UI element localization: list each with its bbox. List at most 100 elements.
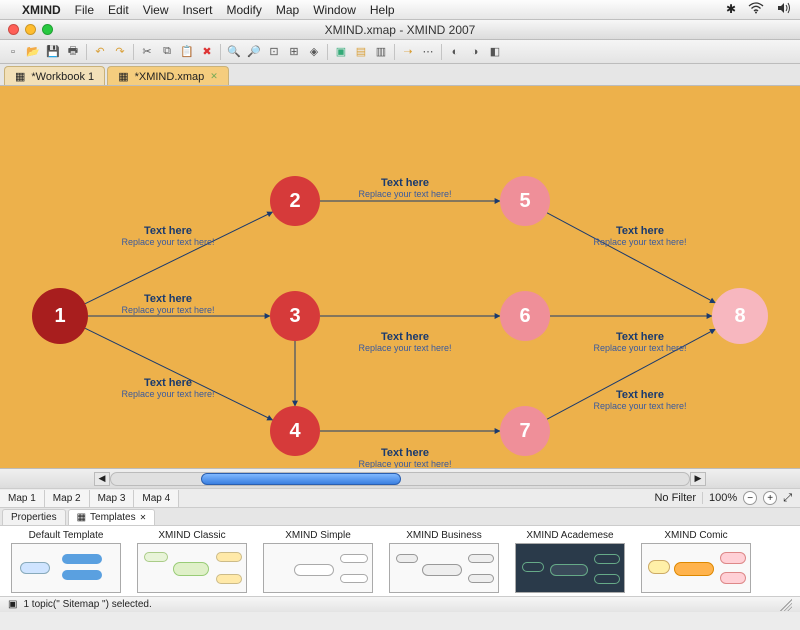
edge-label[interactable]: Text here: [616, 389, 664, 401]
wifi-icon[interactable]: [748, 2, 764, 17]
edge-sublabel: Replace your text here!: [121, 305, 214, 315]
edge-sublabel: Replace your text here!: [593, 237, 686, 247]
menu-insert[interactable]: Insert: [183, 3, 213, 17]
node-1[interactable]: 1: [32, 288, 88, 344]
template-default[interactable]: Default Template: [6, 530, 126, 593]
template-name: XMIND Business: [406, 530, 482, 541]
tool-a-icon[interactable]: ▣: [332, 43, 350, 61]
tool-e-icon[interactable]: ◐: [446, 43, 464, 61]
tab-templates[interactable]: ▦ Templates ✕: [68, 509, 156, 525]
app-menu[interactable]: XMIND: [22, 3, 61, 17]
menu-view[interactable]: View: [143, 3, 169, 17]
print-icon[interactable]: 🖶: [64, 43, 82, 61]
edge-sublabel: Replace your text here!: [358, 459, 451, 468]
tab-label: *XMIND.xmap: [135, 71, 205, 83]
undo-icon[interactable]: ↶: [91, 43, 109, 61]
edge-sublabel: Replace your text here!: [121, 389, 214, 399]
node-label: 1: [54, 305, 65, 327]
zoom-fit-icon[interactable]: ⊡: [265, 43, 283, 61]
template-comic[interactable]: XMIND Comic: [636, 530, 756, 593]
template-thumbnail: [137, 543, 247, 593]
template-simple[interactable]: XMIND Simple: [258, 530, 378, 593]
edge-1-4[interactable]: [85, 328, 272, 420]
template-classic[interactable]: XMIND Classic: [132, 530, 252, 593]
edge-label[interactable]: Text here: [144, 225, 192, 237]
zoom-actual-icon[interactable]: ⊞: [285, 43, 303, 61]
resize-handle-icon[interactable]: [780, 599, 792, 611]
map-tab-3[interactable]: Map 3: [90, 490, 135, 507]
node-7[interactable]: 7: [500, 406, 550, 456]
copy-icon[interactable]: ⧉: [158, 43, 176, 61]
map-tab-1[interactable]: Map 1: [0, 490, 45, 507]
bottom-panel-tabs: Properties ▦ Templates ✕: [0, 508, 800, 526]
node-5[interactable]: 5: [500, 176, 550, 226]
expand-icon[interactable]: ⤢: [783, 492, 792, 505]
edge-label[interactable]: Text here: [616, 331, 664, 343]
template-business[interactable]: XMIND Business: [384, 530, 504, 593]
redo-icon[interactable]: ↷: [111, 43, 129, 61]
delete-icon[interactable]: ✖: [198, 43, 216, 61]
node-label: 5: [519, 190, 530, 212]
close-icon[interactable]: ✕: [210, 71, 218, 82]
zoom-in-icon[interactable]: 🔎: [245, 43, 263, 61]
tool-d-icon[interactable]: ⋯: [419, 43, 437, 61]
tab-properties[interactable]: Properties: [2, 509, 66, 525]
edge-label[interactable]: Text here: [616, 225, 664, 237]
zoom-out-icon[interactable]: 🔍: [225, 43, 243, 61]
menu-map[interactable]: Map: [276, 3, 299, 17]
zoom-out-button[interactable]: −: [743, 491, 757, 505]
open-icon[interactable]: 📂: [24, 43, 42, 61]
node-8[interactable]: 8: [712, 288, 768, 344]
edge-label[interactable]: Text here: [381, 177, 429, 189]
doc-tab-xmind-xmap[interactable]: ▦ *XMIND.xmap ✕: [107, 66, 229, 85]
bluetooth-icon[interactable]: ✱: [726, 2, 736, 17]
menu-file[interactable]: File: [75, 3, 94, 17]
menu-edit[interactable]: Edit: [108, 3, 129, 17]
node-2[interactable]: 2: [270, 176, 320, 226]
mindmap-canvas[interactable]: Text hereReplace your text here!Text her…: [0, 86, 800, 488]
node-6[interactable]: 6: [500, 291, 550, 341]
edge-label[interactable]: Text here: [381, 447, 429, 459]
node-label: 2: [289, 190, 300, 212]
tab-label: Properties: [11, 512, 57, 523]
window-titlebar: XMIND.xmap - XMIND 2007: [0, 20, 800, 40]
paste-icon[interactable]: 📋: [178, 43, 196, 61]
template-thumbnail: [389, 543, 499, 593]
template-academese[interactable]: XMIND Academese: [510, 530, 630, 593]
horizontal-scrollbar[interactable]: ◀ ▶: [0, 468, 800, 488]
template-thumbnail: [641, 543, 751, 593]
map-tab-2[interactable]: Map 2: [45, 490, 90, 507]
scroll-thumb[interactable]: [201, 473, 401, 485]
menu-modify[interactable]: Modify: [227, 3, 262, 17]
tool-g-icon[interactable]: ◧: [486, 43, 504, 61]
edge-label[interactable]: Text here: [144, 377, 192, 389]
edge-label[interactable]: Text here: [144, 293, 192, 305]
map-icon: ▦: [15, 70, 25, 83]
tool-f-icon[interactable]: ◑: [466, 43, 484, 61]
node-4[interactable]: 4: [270, 406, 320, 456]
close-icon[interactable]: ✕: [140, 513, 147, 522]
menu-help[interactable]: Help: [370, 3, 395, 17]
tool-b-icon[interactable]: ▤: [352, 43, 370, 61]
tool-c-icon[interactable]: ▥: [372, 43, 390, 61]
scroll-right-icon[interactable]: ▶: [690, 472, 706, 486]
scroll-track[interactable]: [110, 472, 690, 486]
node-label: 4: [289, 420, 301, 442]
zoom-sel-icon[interactable]: ◈: [305, 43, 323, 61]
doc-tab-workbook1[interactable]: ▦ *Workbook 1: [4, 66, 105, 85]
volume-icon[interactable]: [776, 2, 792, 17]
tool-link-icon[interactable]: ➝: [399, 43, 417, 61]
menu-window[interactable]: Window: [313, 3, 356, 17]
new-icon[interactable]: ▫: [4, 43, 22, 61]
filter-label[interactable]: No Filter: [654, 492, 696, 504]
map-tab-4[interactable]: Map 4: [134, 490, 179, 507]
node-3[interactable]: 3: [270, 291, 320, 341]
edge-sublabel: Replace your text here!: [358, 343, 451, 353]
cut-icon[interactable]: ✂: [138, 43, 156, 61]
map-tabs-bar: Map 1 Map 2 Map 3 Map 4 No Filter 100% −…: [0, 488, 800, 508]
edge-label[interactable]: Text here: [381, 331, 429, 343]
scroll-left-icon[interactable]: ◀: [94, 472, 110, 486]
zoom-in-button[interactable]: +: [763, 491, 777, 505]
edge-sublabel: Replace your text here!: [593, 343, 686, 353]
save-icon[interactable]: 💾: [44, 43, 62, 61]
